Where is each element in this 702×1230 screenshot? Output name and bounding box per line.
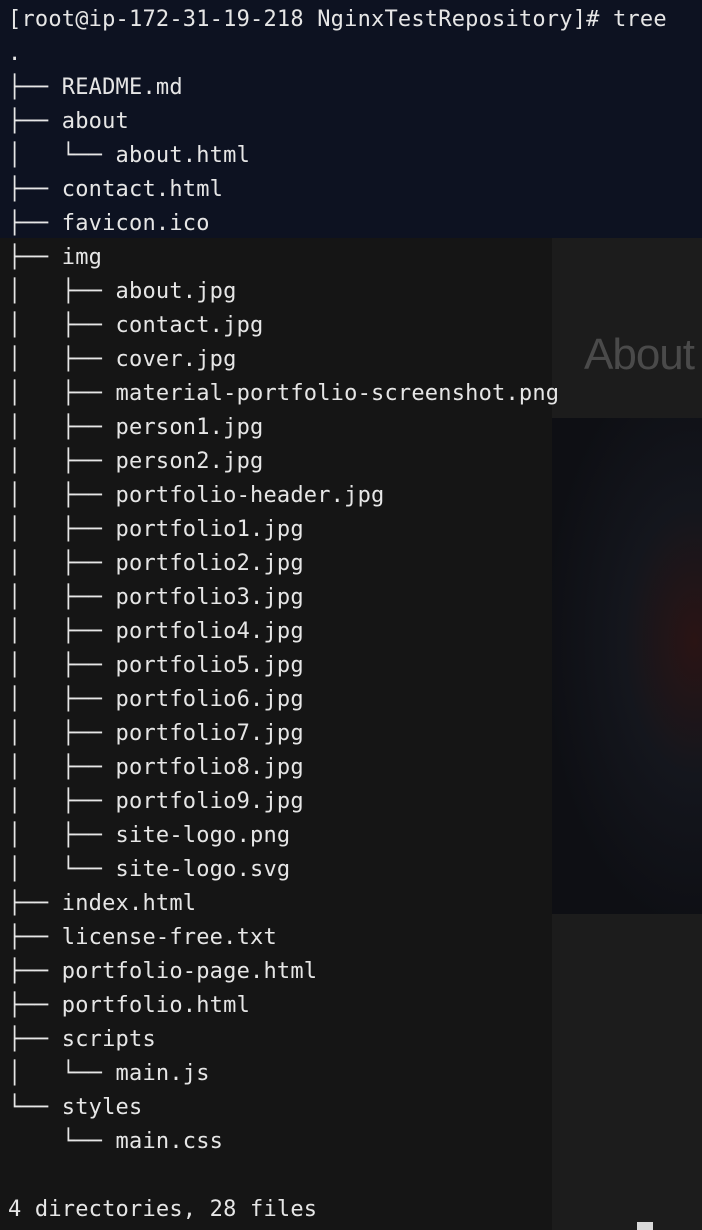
tree-output-line: │ ├── about.jpg: [8, 279, 237, 304]
tree-output-line: │ ├── portfolio4.jpg: [8, 619, 304, 644]
tree-output-line: │ ├── person2.jpg: [8, 449, 264, 474]
tree-output-line: │ ├── portfolio6.jpg: [8, 687, 304, 712]
tree-output-line: │ ├── material-portfolio-screenshot.png: [8, 381, 560, 406]
tree-output-line: │ ├── portfolio5.jpg: [8, 653, 304, 678]
tree-output-line: └── styles: [8, 1095, 143, 1120]
tree-output-line: ├── img: [8, 245, 103, 270]
command-prompt-line: [root@ip-172-31-19-218 NginxTestReposito…: [8, 7, 667, 32]
tree-output-line: │ ├── portfolio7.jpg: [8, 721, 304, 746]
tree-output-line: ├── index.html: [8, 891, 197, 916]
tree-output-line: ├── contact.html: [8, 177, 224, 202]
tree-output-line: ├── portfolio-page.html: [8, 959, 318, 984]
tree-output-line: │ ├── portfolio-header.jpg: [8, 483, 385, 508]
tree-output-line: │ └── main.js: [8, 1061, 210, 1086]
tree-output-line: │ ├── site-logo.png: [8, 823, 291, 848]
tree-output-line: ├── favicon.ico: [8, 211, 210, 236]
tree-output-line: ├── license-free.txt: [8, 925, 277, 950]
tree-output-line: │ └── about.html: [8, 143, 251, 168]
tree-output-line: ├── portfolio.html: [8, 993, 251, 1018]
tree-output-line: │ ├── portfolio8.jpg: [8, 755, 304, 780]
tree-output-line: ├── about: [8, 109, 130, 134]
tree-output-line: │ ├── contact.jpg: [8, 313, 264, 338]
tree-output-line: .: [8, 41, 22, 66]
tree-output-line: │ ├── cover.jpg: [8, 347, 237, 372]
tree-output-line: │ ├── portfolio9.jpg: [8, 789, 304, 814]
tree-output-line: └── main.css: [8, 1129, 224, 1154]
tree-output-line: │ ├── portfolio2.jpg: [8, 551, 304, 576]
tree-output-line: ├── scripts: [8, 1027, 156, 1052]
tree-output-line: ├── README.md: [8, 75, 183, 100]
terminal-window[interactable]: [root@ip-172-31-19-218 NginxTestReposito…: [0, 0, 702, 1230]
tree-output-line: │ ├── person1.jpg: [8, 415, 264, 440]
terminal-cursor: [637, 1222, 653, 1230]
tree-summary-line: 4 directories, 28 files: [8, 1197, 318, 1222]
tree-output-line: │ ├── portfolio3.jpg: [8, 585, 304, 610]
tree-output-line: │ ├── portfolio1.jpg: [8, 517, 304, 542]
tree-output-line: │ └── site-logo.svg: [8, 857, 291, 882]
